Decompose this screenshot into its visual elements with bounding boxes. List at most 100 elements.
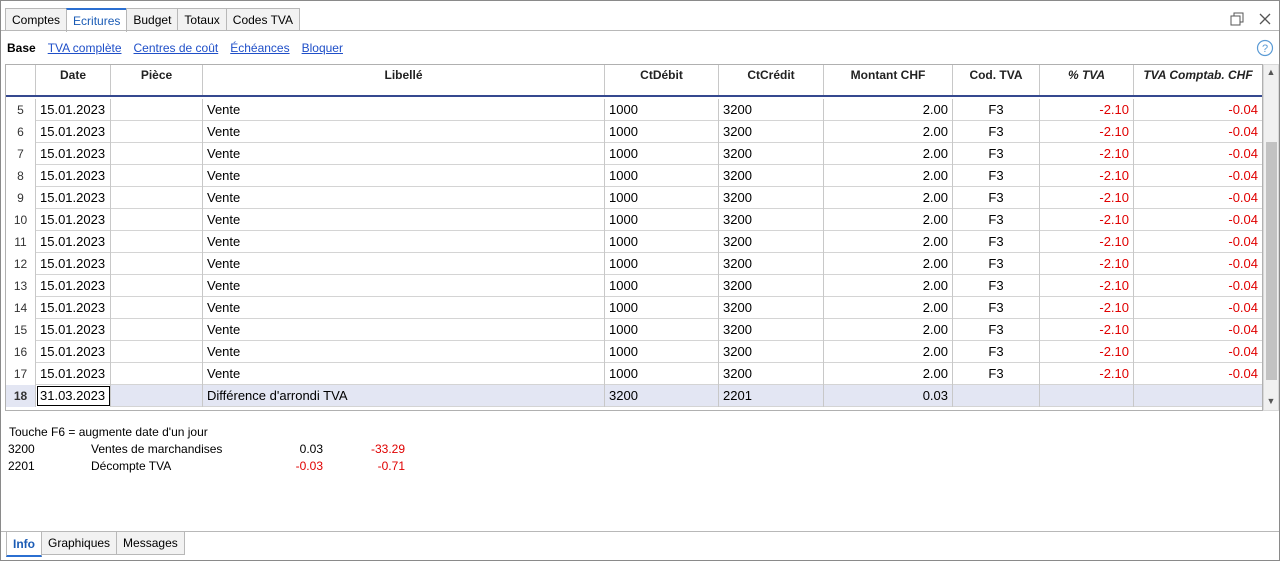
restore-window-icon[interactable]	[1230, 12, 1244, 26]
cell-piece[interactable]	[111, 121, 203, 143]
cell-tva-comptab[interactable]: -0.04	[1134, 165, 1262, 187]
cell-ctcredit[interactable]: 3200	[719, 165, 824, 187]
cell-ctcredit[interactable]: 2201	[719, 385, 824, 407]
cell-montant[interactable]: 2.00	[824, 99, 953, 121]
cell-ctdebit[interactable]: 1000	[605, 121, 719, 143]
cell-pct-tva[interactable]: -2.10	[1040, 297, 1134, 319]
cell-ctdebit[interactable]: 1000	[605, 143, 719, 165]
cell-pct-tva[interactable]: -2.10	[1040, 209, 1134, 231]
col-header-montant[interactable]: Montant CHF	[824, 65, 953, 95]
cell-date[interactable]: 15.01.2023	[36, 253, 111, 275]
col-header-ctdebit[interactable]: CtDébit	[605, 65, 719, 95]
cell-tva-comptab[interactable]: -0.04	[1134, 99, 1262, 121]
scroll-down-icon[interactable]: ▼	[1264, 396, 1278, 410]
table-row[interactable]: 13 15.01.2023 Vente 1000 3200 2.00 F3 -2.10 -0.0…	[6, 275, 1262, 297]
cell-code-tva[interactable]: F3	[953, 143, 1040, 165]
cell-ctcredit[interactable]: 3200	[719, 319, 824, 341]
tab-totaux[interactable]: Totaux	[177, 8, 227, 31]
cell-code-tva[interactable]: F3	[953, 319, 1040, 341]
cell-pct-tva[interactable]	[1040, 385, 1134, 407]
cell-ctdebit[interactable]: 1000	[605, 253, 719, 275]
cell-montant[interactable]: 2.00	[824, 121, 953, 143]
col-header-tva-comptab[interactable]: TVA Comptab. CHF	[1134, 65, 1262, 95]
col-header-pct-tva[interactable]: % TVA	[1040, 65, 1134, 95]
cell-libelle[interactable]: Vente	[203, 99, 605, 121]
cell-pct-tva[interactable]: -2.10	[1040, 253, 1134, 275]
cell-tva-comptab[interactable]: -0.04	[1134, 275, 1262, 297]
vertical-scrollbar[interactable]: ▲ ▼	[1263, 64, 1279, 411]
tab-info[interactable]: Info	[6, 532, 42, 557]
cell-montant[interactable]: 2.00	[824, 165, 953, 187]
tab-comptes[interactable]: Comptes	[5, 8, 68, 31]
cell-code-tva[interactable]: F3	[953, 209, 1040, 231]
cell-code-tva[interactable]: F3	[953, 341, 1040, 363]
cell-libelle[interactable]: Vente	[203, 121, 605, 143]
cell-piece[interactable]	[111, 99, 203, 121]
cell-piece[interactable]	[111, 297, 203, 319]
table-row[interactable]: 6 15.01.2023 Vente 1000 3200 2.00 F3 -2.10 -0.04	[6, 121, 1262, 143]
cell-pct-tva[interactable]: -2.10	[1040, 341, 1134, 363]
table-row[interactable]: 15 15.01.2023 Vente 1000 3200 2.00 F3 -2.10 -0.0…	[6, 319, 1262, 341]
cell-pct-tva[interactable]: -2.10	[1040, 99, 1134, 121]
cell-code-tva[interactable]: F3	[953, 275, 1040, 297]
cell-date[interactable]: 15.01.2023	[36, 121, 111, 143]
cell-tva-comptab[interactable]: -0.04	[1134, 209, 1262, 231]
col-header-date[interactable]: Date	[36, 65, 111, 95]
scroll-up-icon[interactable]: ▲	[1264, 67, 1278, 81]
cell-libelle[interactable]: Vente	[203, 297, 605, 319]
cell-libelle[interactable]: Vente	[203, 275, 605, 297]
cell-code-tva[interactable]: F3	[953, 231, 1040, 253]
cell-pct-tva[interactable]: -2.10	[1040, 121, 1134, 143]
cell-piece[interactable]	[111, 143, 203, 165]
cell-montant[interactable]: 2.00	[824, 209, 953, 231]
cell-ctcredit[interactable]: 3200	[719, 363, 824, 385]
cell-ctdebit[interactable]: 1000	[605, 231, 719, 253]
cell-tva-comptab[interactable]: -0.04	[1134, 187, 1262, 209]
cell-pct-tva[interactable]: -2.10	[1040, 275, 1134, 297]
cell-date[interactable]: 15.01.2023	[36, 363, 111, 385]
cell-ctdebit[interactable]: 1000	[605, 297, 719, 319]
cell-ctdebit[interactable]: 1000	[605, 165, 719, 187]
tab-codes-tva[interactable]: Codes TVA	[225, 8, 301, 31]
cell-tva-comptab[interactable]: -0.04	[1134, 341, 1262, 363]
cell-date[interactable]: 31.03.2023	[36, 385, 111, 407]
close-icon[interactable]	[1258, 12, 1272, 26]
cell-date[interactable]: 15.01.2023	[36, 275, 111, 297]
cell-code-tva[interactable]: F3	[953, 187, 1040, 209]
cell-pct-tva[interactable]: -2.10	[1040, 165, 1134, 187]
cell-piece[interactable]	[111, 209, 203, 231]
cell-piece[interactable]	[111, 165, 203, 187]
tab-budget[interactable]: Budget	[126, 8, 179, 31]
cell-ctdebit[interactable]: 1000	[605, 275, 719, 297]
cell-montant[interactable]: 2.00	[824, 231, 953, 253]
table-row[interactable]: 9 15.01.2023 Vente 1000 3200 2.00 F3 -2.10 -0.04	[6, 187, 1262, 209]
cell-date[interactable]: 15.01.2023	[36, 231, 111, 253]
cell-pct-tva[interactable]: -2.10	[1040, 143, 1134, 165]
cell-libelle[interactable]: Vente	[203, 363, 605, 385]
cell-ctcredit[interactable]: 3200	[719, 209, 824, 231]
view-tab-echeances[interactable]: Échéances	[230, 41, 289, 55]
col-header-ctcredit[interactable]: CtCrédit	[719, 65, 824, 95]
cell-tva-comptab[interactable]: -0.04	[1134, 253, 1262, 275]
cell-piece[interactable]	[111, 385, 203, 407]
cell-tva-comptab[interactable]: -0.04	[1134, 121, 1262, 143]
cell-montant[interactable]: 2.00	[824, 187, 953, 209]
cell-piece[interactable]	[111, 231, 203, 253]
tab-messages[interactable]: Messages	[116, 532, 185, 555]
cell-code-tva[interactable]: F3	[953, 297, 1040, 319]
cell-ctcredit[interactable]: 3200	[719, 341, 824, 363]
cell-ctdebit[interactable]: 1000	[605, 187, 719, 209]
scrollbar-thumb[interactable]	[1266, 142, 1277, 380]
cell-piece[interactable]	[111, 253, 203, 275]
cell-ctdebit[interactable]: 1000	[605, 319, 719, 341]
cell-ctcredit[interactable]: 3200	[719, 143, 824, 165]
cell-pct-tva[interactable]: -2.10	[1040, 187, 1134, 209]
cell-pct-tva[interactable]: -2.10	[1040, 231, 1134, 253]
cell-piece[interactable]	[111, 187, 203, 209]
cell-piece[interactable]	[111, 341, 203, 363]
view-tab-tva-complete[interactable]: TVA complète	[48, 41, 122, 55]
cell-libelle[interactable]: Vente	[203, 253, 605, 275]
cell-tva-comptab[interactable]	[1134, 385, 1262, 407]
cell-montant[interactable]: 2.00	[824, 143, 953, 165]
cell-ctcredit[interactable]: 3200	[719, 297, 824, 319]
